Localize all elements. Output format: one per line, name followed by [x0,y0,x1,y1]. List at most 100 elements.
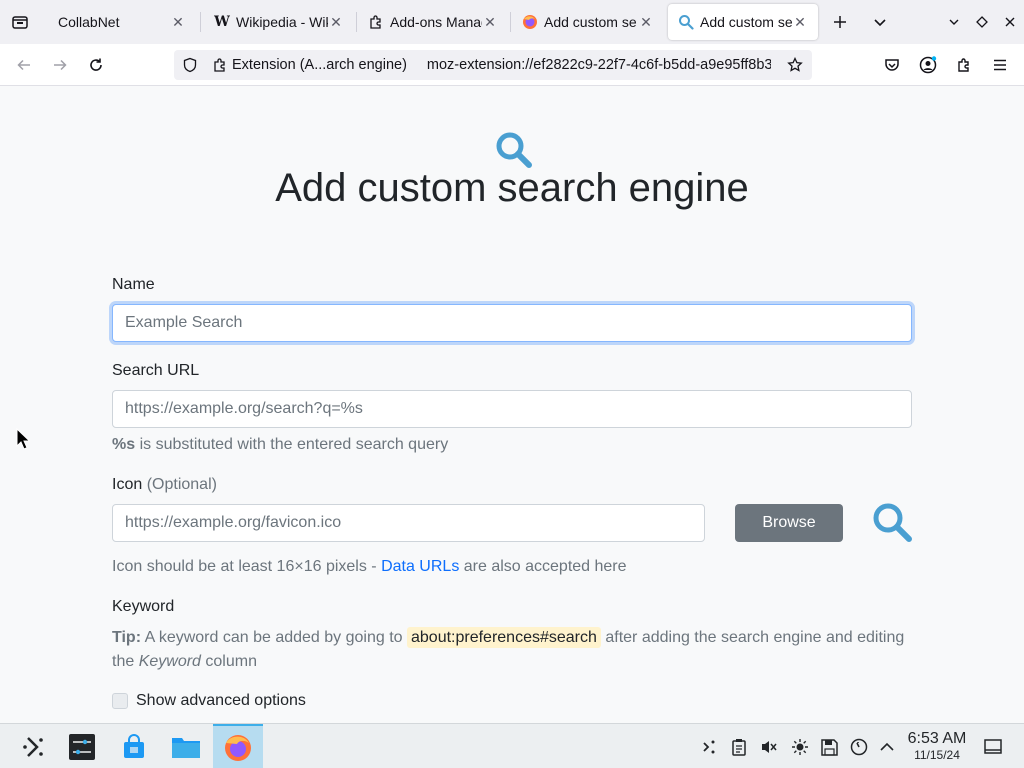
sun-icon [792,739,808,755]
tip-text: A keyword can be added by going to [141,629,407,646]
tab-add-custom-search-firefox[interactable]: Add custom se ✕ [512,4,664,40]
application-launcher-button[interactable] [16,724,52,768]
digital-clock[interactable]: 6:53 AM 11/15/24 [900,730,974,762]
page-content: Add custom search engine Name Search URL… [0,86,1024,723]
keyword-emphasis: Keyword [138,653,201,670]
show-hidden-tray-button[interactable] [876,736,898,758]
firefox-icon [522,14,538,30]
reload-icon [90,58,102,71]
icon-help-text-end: are also accepted here [459,558,627,575]
search-icon [873,503,912,542]
tab-label: CollabNet [58,14,120,30]
save-disk-icon [820,738,838,756]
preferences-url-code: about:preferences#search [407,627,601,648]
puzzle-icon [368,14,384,30]
tab-wikipedia[interactable]: W Wikipedia - Wik ✕ [204,4,354,40]
tab-addons-manager[interactable]: Add-ons Manag ✕ [358,4,508,40]
icon-label: Icon (Optional) [112,476,217,494]
app-menu-button[interactable] [986,51,1014,79]
placeholder-token: %s [112,436,136,453]
tab-label: Add custom se [544,14,637,30]
firefox-icon [225,734,251,761]
shopping-bag-icon [124,733,144,758]
name-label: Name [112,276,155,293]
clipboard-tray-icon[interactable] [728,736,750,758]
show-desktop-button[interactable] [982,736,1004,758]
close-icon[interactable]: ✕ [638,14,654,30]
pocket-button[interactable] [878,51,906,79]
network-tray-icon[interactable] [698,736,720,758]
advanced-options-checkbox[interactable] [112,693,128,709]
puzzle-icon [958,58,969,72]
close-icon[interactable]: ✕ [792,14,808,30]
back-button[interactable] [10,51,38,79]
brightness-tray-icon[interactable] [789,736,811,758]
tab-separator [356,12,357,32]
arrow-left-icon [17,59,30,71]
folder-icon [172,737,200,758]
wikipedia-icon: W [214,14,230,30]
taskbar-firefox[interactable] [213,724,263,768]
tab-add-custom-search-active[interactable]: Add custom se ✕ [668,4,818,40]
taskbar-file-manager[interactable] [166,724,206,768]
identity-label: Extension (A...arch engine) [232,57,407,73]
close-icon[interactable]: ✕ [170,14,186,30]
taskbar-system-settings[interactable] [62,724,102,768]
tab-bar: CollabNet ✕ W Wikipedia - Wik ✕ Add-ons … [0,0,1024,44]
keyword-label: Keyword [112,598,175,615]
close-icon[interactable]: ✕ [328,14,344,30]
site-identity[interactable]: Extension (A...arch engine) [174,50,417,80]
optional-label: (Optional) [146,476,217,493]
kde-launcher-icon [23,736,43,757]
advanced-options-toggle[interactable]: Show advanced options [112,692,306,710]
volume-tray-icon[interactable] [758,736,780,758]
close-icon [1005,17,1015,27]
account-icon [919,56,937,74]
clipboard-icon [732,739,746,756]
gauge-icon [850,738,868,756]
reload-button[interactable] [82,51,110,79]
browse-button[interactable]: Browse [735,504,843,542]
keyword-tip: Tip: A keyword can be added by going to … [112,626,912,674]
tab-separator [200,12,201,32]
url-text[interactable]: moz-extension://ef2822c9-22f7-4c6f-b5dd-… [417,57,771,73]
firefox-view-icon [12,16,28,29]
name-input[interactable] [112,304,912,342]
extensions-button[interactable] [950,51,978,79]
search-url-label: Search URL [112,362,200,379]
mouse-cursor-icon [16,428,30,450]
window-close-button[interactable] [996,8,1024,36]
window-maximize-button[interactable] [968,8,996,36]
advanced-options-label: Show advanced options [136,692,306,709]
bookmark-star-button[interactable] [784,54,806,76]
firefox-view-button[interactable] [0,0,40,44]
search-url-input[interactable] [112,390,912,428]
taskbar-discover[interactable] [114,724,154,768]
account-button[interactable] [914,51,942,79]
updates-tray-icon[interactable] [848,736,870,758]
window-minimize-button[interactable] [940,8,968,36]
list-all-tabs-button[interactable] [866,8,894,36]
tip-text: column [200,653,257,670]
navigation-toolbar: Extension (A...arch engine) moz-extensio… [0,44,1024,86]
arrow-right-icon [54,59,67,71]
icon-help-text: Icon should be at least 16×16 pixels - [112,558,382,575]
data-urls-link[interactable]: Data URLs [381,558,459,575]
close-icon[interactable]: ✕ [482,14,498,30]
tab-label: Wikipedia - Wik [236,14,328,30]
url-bar[interactable]: Extension (A...arch engine) moz-extensio… [174,50,812,80]
chevron-down-icon [874,19,886,27]
network-icon [703,740,715,754]
new-tab-button[interactable] [826,8,854,36]
clock-date: 11/15/24 [914,748,960,762]
forward-button[interactable] [46,51,74,79]
page-title: Add custom search engine [275,166,749,210]
storage-tray-icon[interactable] [818,736,840,758]
diamond-icon [976,16,988,28]
clock-time: 6:53 AM [907,730,967,747]
icon-help: Icon should be at least 16×16 pixels - D… [112,558,627,576]
chevron-up-icon [880,742,894,751]
settings-sliders-icon [69,733,95,760]
icon-url-input[interactable] [112,504,705,542]
tab-collabnet[interactable]: CollabNet ✕ [44,4,196,40]
